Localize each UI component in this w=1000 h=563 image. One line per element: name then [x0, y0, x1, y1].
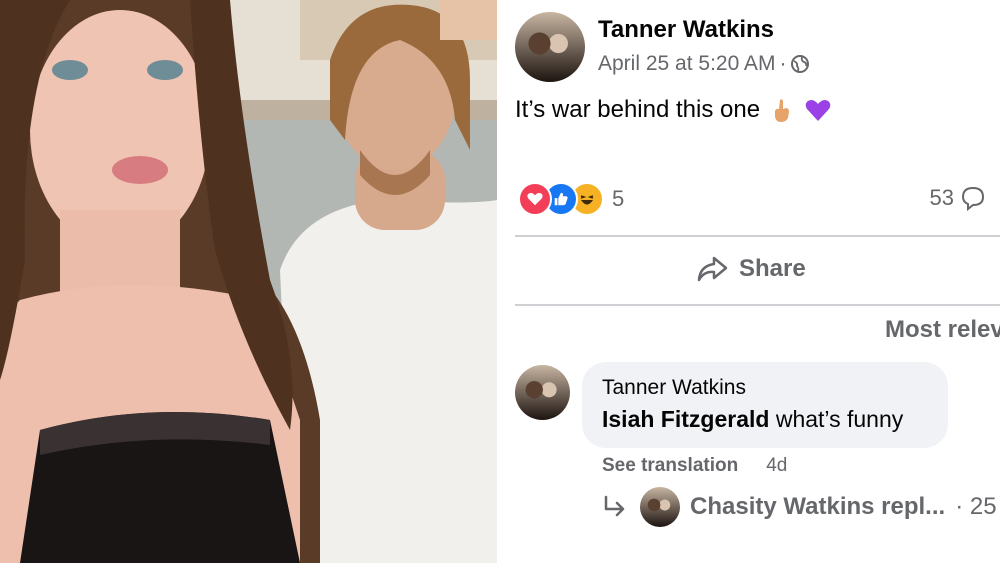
comment-mention[interactable]: Isiah Fitzgerald [602, 406, 769, 432]
love-reaction-icon [518, 182, 552, 216]
comment-sort-selector[interactable]: Most relev [885, 316, 1000, 344]
post-photo[interactable] [0, 0, 497, 563]
reply-suffix: · 25 [955, 493, 997, 520]
post-body: It’s war behind this one [515, 96, 761, 123]
reply-summary: Chasity Watkins repl... [690, 493, 946, 520]
globe-icon [791, 55, 810, 73]
reaction-count: 5 [612, 186, 625, 211]
comment-bubble: Tanner Watkins Isiah Fitzgerald what’s f… [582, 362, 948, 448]
share-label: Share [739, 255, 806, 282]
comment-body: Isiah Fitzgerald what’s funny [602, 406, 903, 433]
see-translation-link[interactable]: See translation [602, 455, 738, 477]
divider [515, 304, 1000, 306]
author-name[interactable]: Tanner Watkins [598, 16, 774, 44]
reply-avatar [640, 487, 680, 527]
share-button[interactable]: Share [695, 254, 806, 284]
purple-heart-emoji [805, 100, 831, 121]
comment-author[interactable]: Tanner Watkins [602, 376, 746, 400]
comment-text: what’s funny [769, 406, 904, 432]
reactions-summary[interactable]: 5 [518, 182, 624, 216]
post-timestamp[interactable]: April 25 at 5:20 AM [598, 52, 775, 76]
share-icon [697, 256, 728, 282]
commenter-avatar[interactable] [515, 365, 570, 420]
author-avatar[interactable] [515, 12, 585, 82]
photo-illustration [0, 0, 497, 563]
comment-icon [961, 186, 985, 211]
comment-age[interactable]: 4d [766, 455, 787, 477]
post-text: It’s war behind this one [515, 96, 832, 124]
hand-emoji [775, 99, 790, 122]
comment-count[interactable]: 53 [930, 185, 986, 211]
comment-count-value: 53 [929, 185, 954, 210]
divider [515, 235, 1000, 237]
comment-actions: See translation 4d [602, 455, 787, 477]
post-panel: Tanner Watkins April 25 at 5:20 AM · It’… [500, 0, 1000, 563]
reply-arrow-icon [604, 495, 625, 517]
meta-separator: · [779, 52, 787, 75]
view-replies-link[interactable]: Chasity Watkins repl... · 25 [600, 487, 997, 527]
post-meta: April 25 at 5:20 AM · [598, 52, 810, 76]
